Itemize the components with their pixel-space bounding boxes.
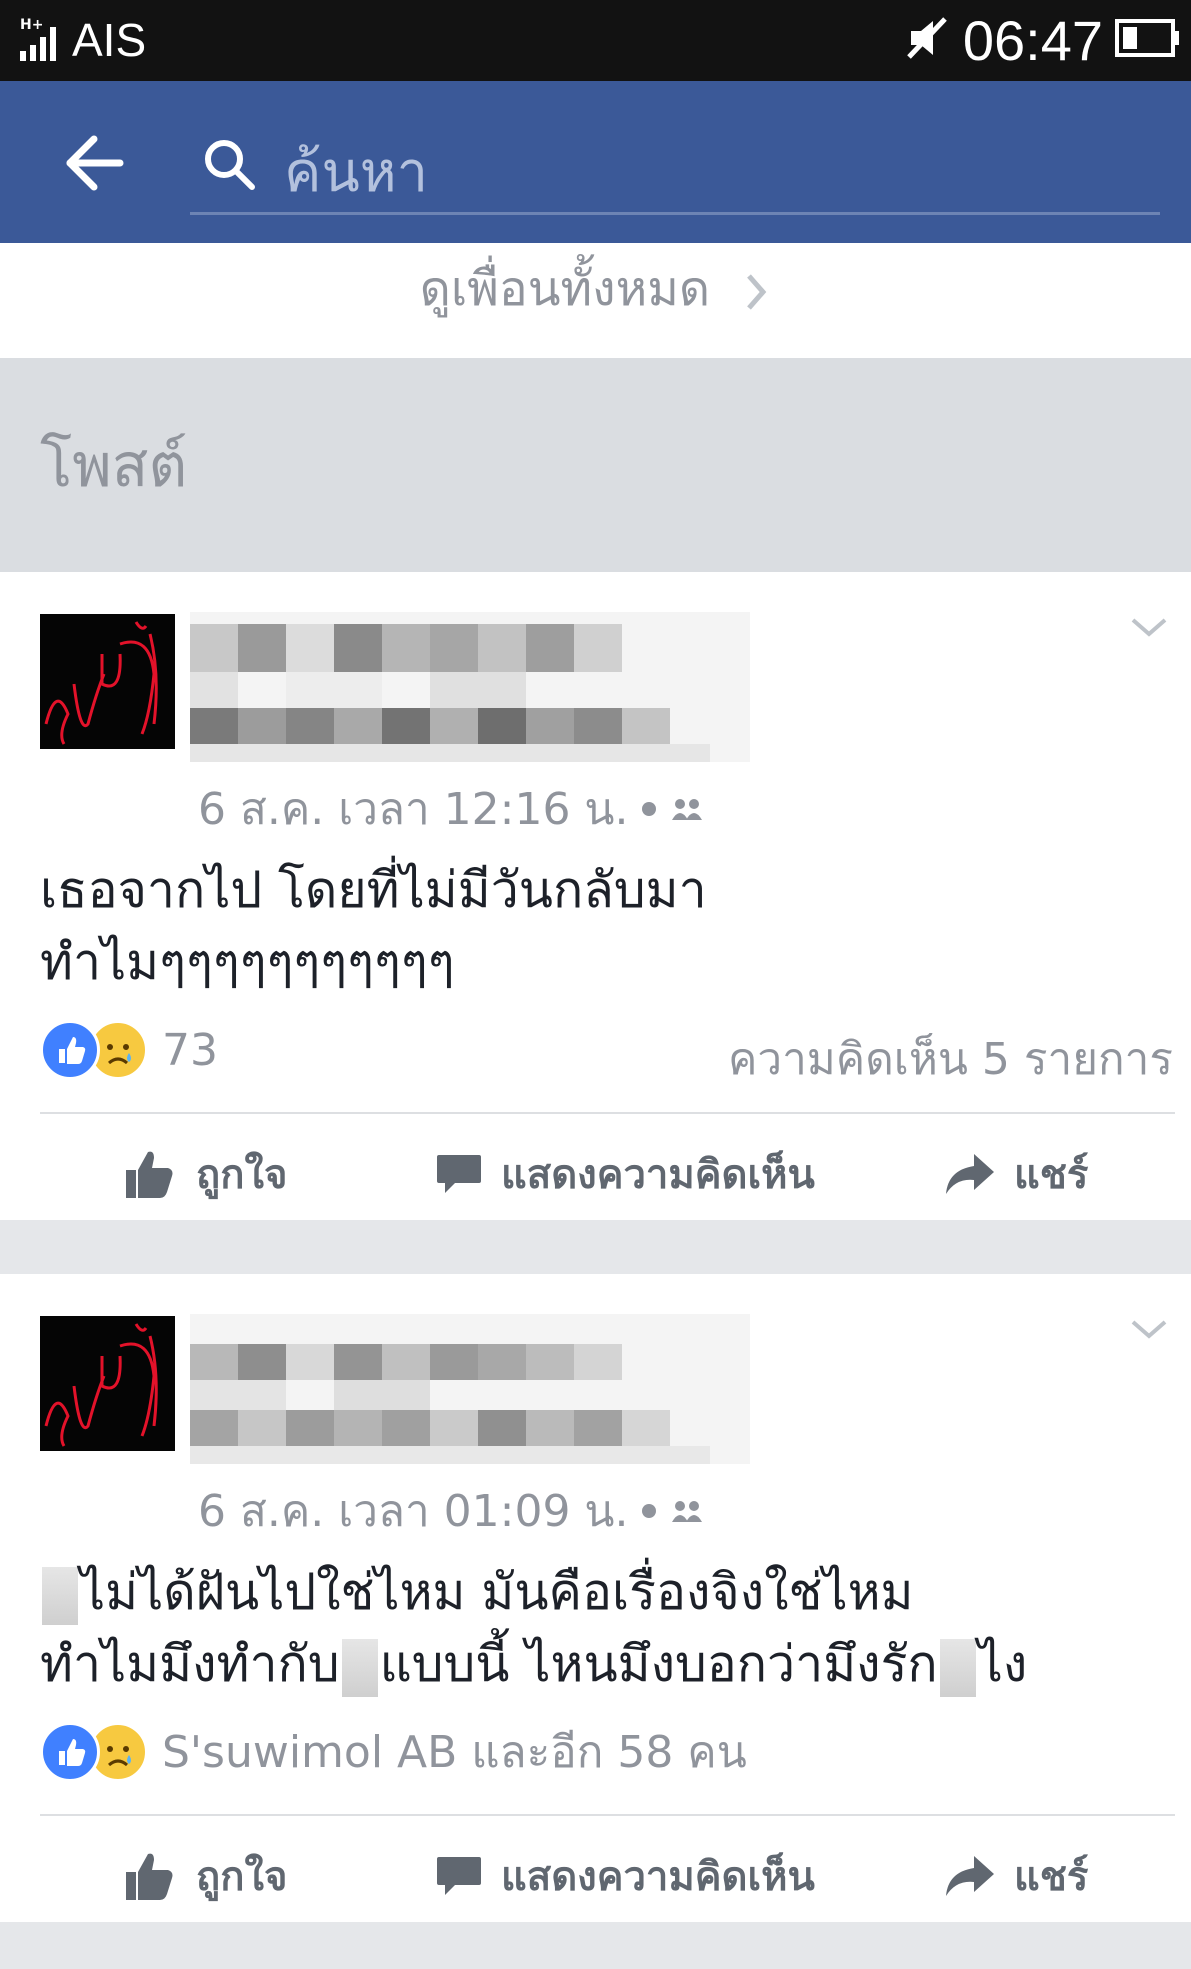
share-arrow-icon: [946, 1154, 994, 1194]
avatar[interactable]: [40, 1316, 175, 1451]
see-all-friends-label: ดูเพื่อนทั้งหมด: [419, 261, 711, 317]
post-card: 6 ส.ค. เวลา 01:09 น. ไม่ได้ฝันไปใช่ไหม ม…: [0, 1274, 1191, 1922]
blurred-author-name: [190, 1314, 750, 1464]
share-button[interactable]: แชร์: [944, 1844, 1088, 1908]
like-label: ถูกใจ: [196, 1152, 288, 1198]
signal-icon: H+: [20, 15, 60, 65]
post-card: 6 ส.ค. เวลา 12:16 น. เธอจากไป โดยที่ไม่ม…: [0, 572, 1191, 1220]
comment-bubble-icon: [437, 1857, 481, 1895]
like-reaction-icon: [40, 1722, 100, 1782]
redacted-word: [42, 1566, 78, 1625]
chevron-down-icon[interactable]: [1127, 612, 1171, 642]
like-button[interactable]: ถูกใจ: [124, 1844, 287, 1908]
post-text: เธอจากไป โดยที่ไม่มีวันกลับมา ทำไมๆๆๆๆๆๆ…: [40, 854, 1160, 998]
carrier-label: AIS: [72, 14, 147, 66]
post-text-segment: ทำไมมึงทำกับ: [40, 1635, 340, 1693]
comment-label: แสดงความคิดเห็น: [501, 1854, 815, 1900]
like-reaction-icon: [40, 1020, 100, 1080]
post-text-segment: แบบนี้ ไหนมึงบอกว่ามึงรัก: [379, 1635, 938, 1693]
chevron-down-icon[interactable]: [1127, 1314, 1171, 1344]
posts-section-header: โพสต์: [0, 358, 1191, 572]
share-button[interactable]: แชร์: [944, 1142, 1088, 1206]
status-bar: H+ AIS 06:47: [0, 0, 1191, 81]
share-label: แชร์: [1014, 1854, 1089, 1900]
thumbs-up-icon: [126, 1853, 173, 1900]
clock: 06:47: [962, 8, 1103, 72]
friends-audience-icon: [672, 1501, 703, 1522]
post-actions: ถูกใจ แสดงความคิดเห็น แชร์: [0, 1132, 1191, 1212]
reactions-summary[interactable]: S'suwimol AB และอีก 58 คน: [40, 1722, 747, 1782]
redacted-word: [939, 1638, 976, 1697]
back-arrow-icon: [66, 135, 124, 191]
like-label: ถูกใจ: [196, 1854, 288, 1900]
avatar[interactable]: [40, 614, 175, 749]
reactions-summary[interactable]: 73: [40, 1020, 218, 1080]
chevron-right-icon: [747, 274, 767, 310]
reaction-count: 73: [162, 1024, 218, 1076]
reaction-count: S'suwimol AB และอีก 58 คน: [162, 1727, 747, 1778]
search-header: ค้นหา: [0, 81, 1191, 243]
post-text-line: ไม่ได้ฝันไปใช่ไหม มันคือเรื่องจิงใช่ไหม: [40, 1556, 1160, 1628]
mute-icon: [905, 15, 951, 65]
post-timestamp[interactable]: 6 ส.ค. เวลา 01:09 น.: [198, 1476, 628, 1546]
post-timestamp[interactable]: 6 ส.ค. เวลา 12:16 น.: [198, 774, 628, 844]
separator-dot: [642, 1504, 657, 1518]
svg-text:H+: H+: [20, 17, 43, 33]
redacted-word: [341, 1638, 378, 1697]
post-actions: ถูกใจ แสดงความคิดเห็น แชร์: [0, 1834, 1191, 1914]
back-button[interactable]: [60, 131, 130, 195]
thumbs-up-icon: [126, 1151, 173, 1198]
blurred-author-name: [190, 612, 750, 762]
avatar-image: [44, 1323, 158, 1447]
like-button[interactable]: ถูกใจ: [124, 1142, 287, 1206]
post-text-line: ทำไมมึงทำกับ แบบนี้ ไหนมึงบอกว่ามึงรัก ไง: [40, 1628, 1160, 1700]
share-arrow-icon: [946, 1856, 994, 1896]
post-text: ไม่ได้ฝันไปใช่ไหม มันคือเรื่องจิงใช่ไหม …: [40, 1556, 1160, 1700]
post-meta: 6 ส.ค. เวลา 01:09 น.: [198, 1476, 706, 1546]
search-placeholder: ค้นหา: [284, 140, 429, 205]
comment-button[interactable]: แสดงความคิดเห็น: [435, 1142, 815, 1206]
friends-audience-icon: [672, 799, 703, 820]
divider: [40, 1112, 1175, 1114]
post-text-segment: ไง: [977, 1635, 1028, 1693]
feed-gap: [0, 1922, 1191, 1969]
divider: [40, 1814, 1175, 1816]
battery-icon: [1115, 18, 1181, 62]
search-icon: [205, 140, 255, 190]
post-text-line: ทำไมๆๆๆๆๆๆๆๆๆๆๆ: [40, 933, 455, 991]
comments-count[interactable]: ความคิดเห็น 5 รายการ: [728, 1024, 1173, 1094]
post-meta: 6 ส.ค. เวลา 12:16 น.: [198, 774, 706, 844]
section-title: โพสต์: [40, 431, 188, 501]
comment-button[interactable]: แสดงความคิดเห็น: [435, 1844, 815, 1908]
search-input[interactable]: ค้นหา: [190, 109, 1160, 215]
post-text-line: เธอจากไป โดยที่ไม่มีวันกลับมา: [40, 861, 707, 919]
separator-dot: [642, 802, 657, 816]
see-all-friends-link[interactable]: ดูเพื่อนทั้งหมด: [0, 243, 1191, 358]
comment-bubble-icon: [437, 1155, 481, 1193]
post-text-segment: ไม่ได้ฝันไปใช่ไหม มันคือเรื่องจิงใช่ไหม: [80, 1563, 914, 1621]
share-label: แชร์: [1014, 1152, 1089, 1198]
comment-label: แสดงความคิดเห็น: [501, 1152, 815, 1198]
avatar-image: [44, 621, 158, 745]
